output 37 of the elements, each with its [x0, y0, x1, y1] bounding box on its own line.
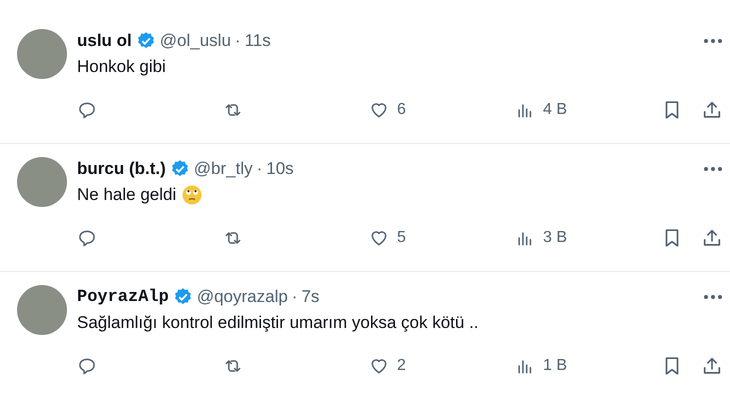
user-name[interactable]: burcu (b.t.) — [77, 159, 166, 179]
user-name[interactable]: uslu ol — [77, 31, 132, 51]
reply-icon[interactable] — [77, 228, 97, 248]
like-count: 6 — [397, 101, 406, 119]
user-handle[interactable]: @qoyrazalp — [196, 287, 288, 307]
face-emoji-icon — [182, 185, 202, 205]
view-count: 4 B — [543, 101, 568, 119]
post-text: Ne hale geldi — [77, 185, 176, 205]
user-name[interactable]: PoyrazAlp — [77, 288, 169, 306]
more-options-icon[interactable] — [703, 166, 723, 172]
post-time[interactable]: 11s — [244, 31, 271, 51]
heart-icon[interactable] — [369, 356, 389, 376]
view-count: 1 B — [543, 357, 568, 375]
verified-badge-icon — [170, 159, 190, 179]
separator-dot: · — [256, 159, 262, 179]
user-handle[interactable]: @ol_uslu — [160, 31, 231, 51]
more-options-icon[interactable] — [703, 38, 723, 44]
avatar-photo[interactable] — [17, 157, 67, 207]
avatar-photo[interactable] — [17, 29, 67, 79]
separator-dot: · — [234, 31, 241, 51]
user-handle[interactable]: @br_tly — [194, 159, 253, 179]
verified-badge-icon — [136, 31, 156, 51]
view-count: 3 B — [543, 229, 568, 247]
post-text: Sağlamlığı kontrol edilmiştir umarım yoksa çok kötü .. — [77, 313, 479, 333]
more-options-icon[interactable] — [703, 294, 723, 300]
heart-icon[interactable] — [369, 228, 389, 248]
reply-icon[interactable] — [77, 100, 97, 120]
post-text: Honkok gibi — [77, 57, 166, 77]
verified-badge-icon — [172, 287, 193, 307]
separator-dot: · — [292, 287, 298, 307]
like-count: 5 — [397, 229, 406, 247]
avatar-photo[interactable] — [17, 285, 67, 335]
reply-icon[interactable] — [77, 356, 97, 376]
like-count: 2 — [397, 357, 406, 375]
heart-icon[interactable] — [369, 100, 389, 120]
post-time[interactable]: 7s — [301, 287, 320, 307]
post-time[interactable]: 10s — [266, 159, 294, 179]
